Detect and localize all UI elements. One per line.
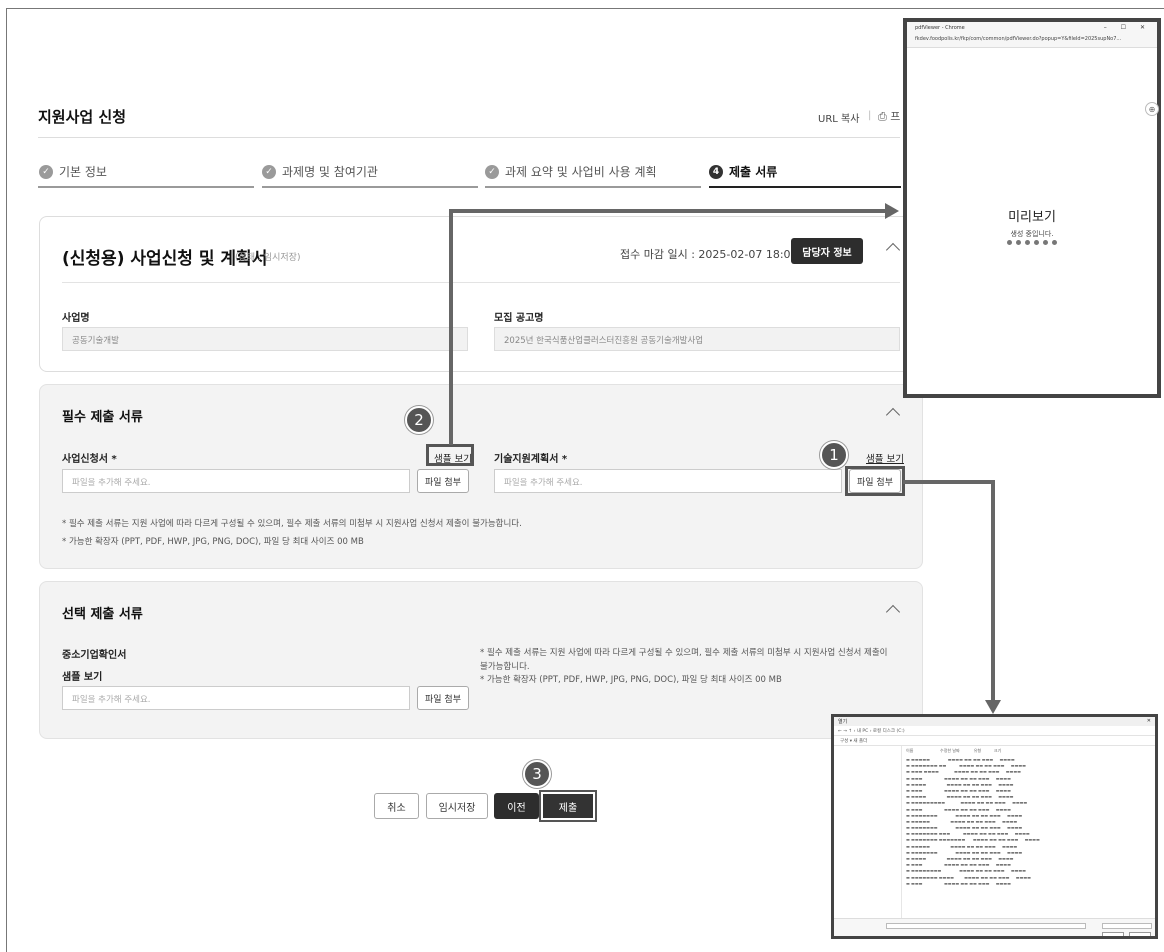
extension-note: * 가능한 확장자 (PPT, PDF, HWP, JPG, PNG, DOC)… [480,675,782,685]
step-submit-docs[interactable]: 4 제출 서류 [709,163,777,180]
sample-view-link[interactable]: 샘플 보기 [866,451,904,465]
step-label: 과제명 및 참여기관 [282,165,378,179]
sample-view-link[interactable]: 샘플 보기 [62,668,102,683]
file-row[interactable]: ▬ ▬▬▬▬▬▬▬▬▬ ▬▬▬▬ ▬▬ ▬▬ ▬▬▬ ▬▬▬▬ [906,800,1040,806]
required-docs-title: 필수 제출 서류 [62,410,143,425]
callout-highlight [426,444,474,466]
annotation-arrow [903,480,995,484]
file-list-header: 이름 수정한 날짜 유형 크기 [906,748,1002,753]
prev-button[interactable]: 이전 [494,793,539,819]
dialog-titlebar: 열기 ✕ [834,717,1155,726]
arrow-head-icon [885,203,899,219]
deadline-text: 접수 마감 일시 : 2025-02-07 18:00:00 [620,248,816,261]
step-summary-budget[interactable]: ✓ 과제 요약 및 사업비 사용 계획 [485,163,657,180]
popup-window-title: pdfViewer - Chrome [915,25,965,31]
project-name-label: 사업명 [62,313,90,324]
dialog-title: 열기 [838,719,848,725]
preview-popup-window: pdfViewer - Chrome – ☐ ✕ fkdev.foodpolis… [903,18,1161,398]
file-row[interactable]: ▬ ▬▬▬▬▬▬▬ ▬▬▬▬▬▬▬ ▬▬▬▬ ▬▬ ▬▬ ▬▬▬ ▬▬▬▬ [906,837,1040,843]
check-icon: ✓ [262,164,276,179]
step-badge: 3 [523,760,551,788]
check-icon: ✓ [485,164,499,179]
sme-certificate-label: 중소기업확인서 [62,650,127,661]
check-icon: ✓ [39,164,53,179]
preview-title: 미리보기 [1008,210,1056,225]
sme-certificate-file-input[interactable]: 파일을 추가해 주세요. [62,686,410,710]
preview-subtitle: 생성 중입니다. [1010,230,1054,238]
dialog-toolbar: 구성 ▾ 새 폴더 [834,736,1155,746]
loading-dots-icon [907,240,1157,245]
tech-support-plan-file-input[interactable]: 파일을 추가해 주세요. [494,469,842,493]
url-copy-link[interactable]: URL 복사 [818,110,859,125]
business-application-label: 사업신청서 * [62,454,117,465]
file-row[interactable]: ▬ ▬▬▬▬▬▬▬▬ ▬▬▬▬ ▬▬ ▬▬ ▬▬▬ ▬▬▬▬ [906,868,1040,874]
cancel-button[interactable]: 취소 [374,793,419,819]
annotation-arrow [449,209,453,445]
file-row[interactable]: ▬ ▬▬▬▬▬▬▬ ▬▬▬▬ ▬▬▬▬ ▬▬ ▬▬ ▬▬▬ ▬▬▬▬ [906,875,1040,881]
step-progress-bar [709,186,901,188]
open-button[interactable] [1102,932,1124,936]
zoom-icon[interactable]: ⊕ [1145,102,1159,116]
file-list: ▬ ▬▬▬▬▬ ▬▬▬▬ ▬▬ ▬▬ ▬▬▬ ▬▬▬▬ ▬ ▬▬▬▬▬▬▬ ▬▬… [906,757,1040,887]
step-badge: 1 [820,441,848,469]
step-badge: 2 [405,406,433,434]
page-root: 지원사업 신청 URL 복사 | ⎙ 프 ✓ 기본 정보 ✓ 과제명 및 참여기관 … [0,0,1164,952]
temp-save-button[interactable]: 임시저장 [426,793,488,819]
file-row[interactable]: ▬ ▬▬▬▬▬▬▬ ▬▬▬▬ ▬▬ ▬▬ ▬▬▬ ▬▬▬▬ [906,813,1040,819]
header-separator: | [868,110,872,121]
step-label: 과제 요약 및 사업비 사용 계획 [505,165,657,179]
annotation-arrow [991,480,995,702]
print-link[interactable]: ⎙ 프 [878,108,900,124]
submit-button[interactable]: 제출 [539,790,597,822]
step-progress-bar [485,186,701,188]
tech-support-plan-label: 기술지원계획서 * [494,454,568,465]
step-project-name[interactable]: ✓ 과제명 및 참여기관 [262,163,378,180]
attach-file-button[interactable]: 파일 첨부 [417,686,469,710]
popup-titlebar: pdfViewer - Chrome – ☐ ✕ fkdev.foodpolis… [907,22,1157,48]
dialog-bottom-bar [834,918,1155,936]
step-label: 제출 서류 [729,165,778,179]
step-basic-info[interactable]: ✓ 기본 정보 [39,163,107,180]
business-application-file-input[interactable]: 파일을 추가해 주세요. [62,469,410,493]
annotation-arrow [449,209,887,213]
callout-highlight [845,466,905,496]
file-open-dialog: 열기 ✕ ← → ↑ › 내 PC › 로컬 디스크 (C:) 구성 ▾ 새 폴더… [831,714,1158,939]
file-row[interactable]: ▬ ▬▬▬ ▬▬▬▬ ▬▬ ▬▬ ▬▬▬ ▬▬▬▬ [906,881,1040,887]
application-status: (상태 : 임시저장) [235,253,301,263]
project-name-field: 공동기술개발 [62,327,468,351]
file-type-select[interactable] [1102,923,1152,929]
attach-file-button[interactable]: 파일 첨부 [417,469,469,493]
close-icon[interactable]: ✕ [1147,718,1151,724]
step-progress-bar [262,186,478,188]
step-progress-bar [38,186,254,188]
filename-input[interactable] [886,923,1086,929]
step-label: 기본 정보 [59,165,107,179]
manager-info-button[interactable]: 담당자 정보 [791,238,863,264]
optional-docs-note-cont: 불가능합니다. [480,662,530,672]
popup-url: fkdev.foodpolis.kr/fkp/com/common/pdfVie… [915,36,1122,42]
dialog-cancel-button[interactable] [1129,932,1151,936]
card-divider [62,282,900,283]
arrow-head-icon [985,700,1001,714]
title-divider [38,137,900,138]
required-docs-note: * 필수 제출 서류는 지원 사업에 따라 다르게 구성될 수 있으며, 필수 … [62,519,522,529]
notice-field: 2025년 한국식품산업클러스터진흥원 공동기술개발사업 [494,327,900,351]
optional-docs-note: * 필수 제출 서류는 지원 사업에 따라 다르게 구성될 수 있으며, 필수 … [480,648,888,658]
dialog-address-bar[interactable]: ← → ↑ › 내 PC › 로컬 디스크 (C:) [834,726,1155,736]
step-number: 4 [709,164,723,179]
dialog-nav-pane [834,746,902,933]
notice-label: 모집 공고명 [494,313,544,324]
window-controls-icon[interactable]: – ☐ ✕ [1104,24,1151,31]
extension-note: * 가능한 확장자 (PPT, PDF, HWP, JPG, PNG, DOC)… [62,537,364,547]
page-title: 지원사업 신청 [38,108,127,126]
optional-docs-title: 선택 제출 서류 [62,607,143,622]
file-row[interactable]: ▬ ▬▬▬ ▬▬▬▬ ▬▬▬▬ ▬▬ ▬▬ ▬▬▬ ▬▬▬▬ [906,769,1040,775]
